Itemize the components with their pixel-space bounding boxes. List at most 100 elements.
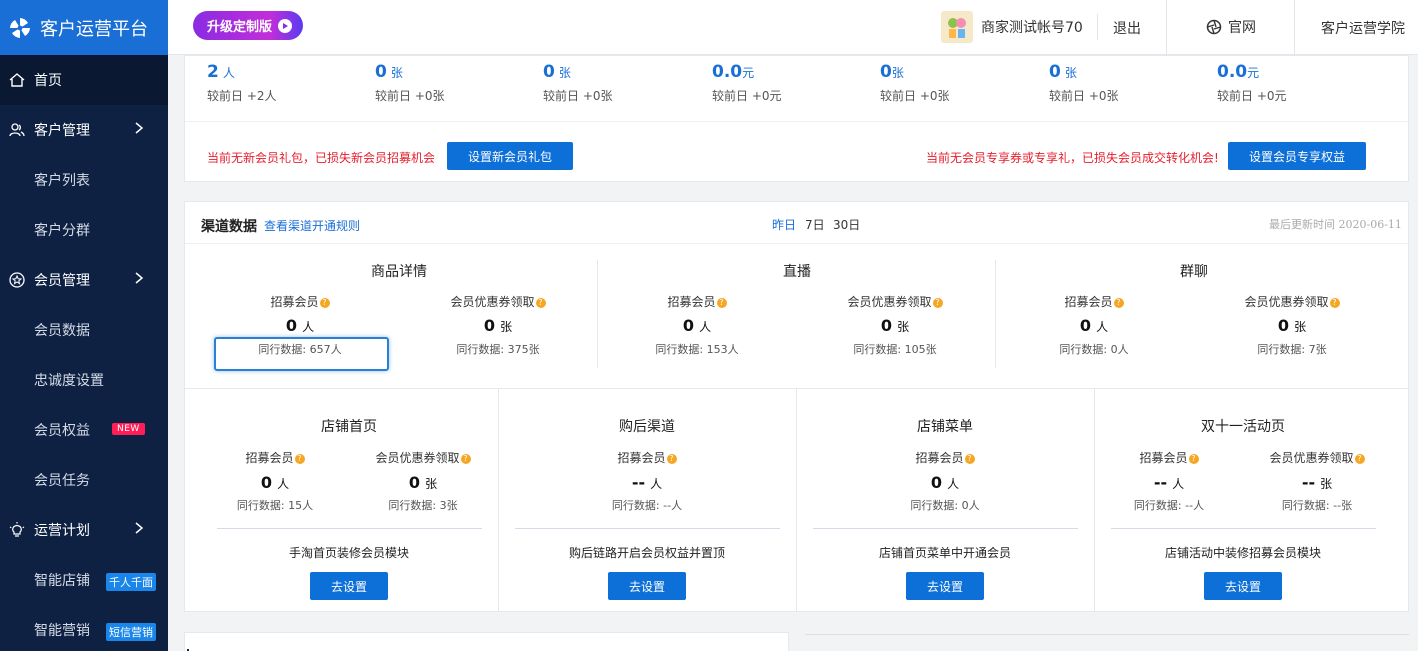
coupon-value: -- 张 — [1301, 473, 1333, 492]
recruit-label: 招募会员? — [205, 449, 345, 466]
sidebar-item-member-data[interactable]: 会员数据 — [0, 305, 168, 355]
divider — [1094, 389, 1095, 611]
sidebar-item-label: 忠诚度设置 — [34, 373, 104, 389]
home-icon — [8, 71, 26, 89]
channel-desc: 购后链路开启会员权益并置顶 — [568, 546, 725, 560]
sidebar-item-label: 会员任务 — [34, 473, 90, 489]
divider — [805, 634, 1409, 635]
divider — [217, 528, 482, 529]
divider — [515, 528, 780, 529]
store-menu-setup-button[interactable]: 去设置 — [906, 572, 984, 600]
coupon-peer: 同行数据: 375张 — [456, 343, 540, 356]
recruit-value: 0人 — [260, 473, 290, 492]
aperture-icon — [1206, 19, 1222, 35]
group-title: 商品详情 — [371, 264, 427, 280]
highlight-box — [214, 337, 389, 371]
divider — [185, 121, 1408, 122]
help-icon: ? — [1188, 454, 1199, 464]
help-icon: ? — [535, 298, 546, 308]
app-logo[interactable]: 客户运营平台 — [0, 0, 168, 55]
recruit-label: 招募会员? — [577, 449, 717, 466]
sidebar-item-smart-marketing[interactable]: 智能营销 短信营销 — [0, 605, 168, 651]
recruit-label: 招募会员? — [875, 449, 1015, 466]
stat-value: 0.0元 — [1217, 62, 1260, 82]
official-site-link[interactable]: 官网 — [1206, 17, 1256, 37]
play-icon — [278, 18, 293, 33]
set-member-rights-button[interactable]: 设置会员专享权益 — [1228, 142, 1366, 170]
period-7d[interactable]: 7日 — [805, 216, 825, 233]
official-site-label: 官网 — [1228, 20, 1256, 36]
stat-value: 0张 — [1049, 62, 1077, 82]
channel-desc: 手淘首页装修会员模块 — [288, 546, 409, 560]
group-title: 直播 — [783, 264, 811, 280]
logout-link[interactable]: 退出 — [1113, 18, 1141, 38]
app-title: 客户运营平台 — [40, 18, 148, 40]
set-new-member-gift-button[interactable]: 设置新会员礼包 — [447, 142, 573, 170]
topbar-divider — [1097, 14, 1098, 40]
coupon-label: 会员优惠券领取? — [825, 293, 965, 310]
sidebar-item-smart-store[interactable]: 智能店铺 千人千面 — [0, 555, 168, 605]
smart-marketing-badge: 短信营销 — [106, 623, 156, 641]
pinwheel-logo-icon — [10, 17, 30, 38]
recruit-label: 招募会员? — [1099, 449, 1239, 466]
avatar — [941, 11, 973, 43]
member-exclusive-warning: 当前无会员专享券或专享礼，已损失会员成交转化机会! — [926, 151, 1219, 165]
smart-store-badge: 千人千面 — [106, 573, 156, 591]
group-title: 购后渠道 — [619, 419, 675, 435]
last-updated: 最后更新时间 2020-06-11 — [1269, 218, 1402, 231]
recruit-peer: 同行数据: 15人 — [236, 499, 314, 512]
sidebar-item-loyalty[interactable]: 忠诚度设置 — [0, 355, 168, 405]
store-home-setup-button[interactable]: 去设置 — [310, 572, 388, 600]
recruit-value: -- 人 — [1153, 473, 1185, 492]
stat-change: 较前日 +0张 — [1049, 89, 1119, 103]
sidebar-item-label: 首页 — [34, 73, 62, 89]
coupon-peer: 同行数据: 7张 — [1257, 343, 1327, 356]
stat-change: 较前日 +2人 — [207, 89, 277, 103]
account-info[interactable]: 商家测试帐号70 — [941, 11, 1083, 43]
sidebar-item-member-tasks[interactable]: 会员任务 — [0, 455, 168, 505]
coupon-value: 0张 — [880, 316, 910, 335]
post-purchase-setup-button[interactable]: 去设置 — [608, 572, 686, 600]
sidebar-item-label: 会员权益 — [34, 423, 90, 439]
sidebar-item-customer-group[interactable]: 客户分群 — [0, 205, 168, 255]
period-30d[interactable]: 30日 — [833, 216, 860, 233]
recruit-value: -- 人 — [631, 473, 663, 492]
coupon-value: 0张 — [408, 473, 438, 492]
academy-link[interactable]: 客户运营学院 — [1321, 18, 1405, 38]
chevron-right-icon — [135, 272, 144, 284]
sidebar-item-member-rights[interactable]: 会员权益 NEW — [0, 405, 168, 455]
new-member-gift-warning: 当前无新会员礼包，已损失新会员招募机会 — [207, 151, 436, 165]
sidebar-item-customer-list[interactable]: 客户列表 — [0, 155, 168, 205]
star-icon — [8, 271, 26, 289]
sidebar-item-label: 智能营销 — [34, 623, 90, 639]
topbar-divider — [1166, 0, 1167, 55]
sidebar-item-member-mgmt[interactable]: 会员管理 — [0, 255, 168, 305]
coupon-peer: 同行数据: 3张 — [388, 499, 458, 512]
divider — [498, 389, 499, 611]
period-yesterday[interactable]: 昨日 — [772, 216, 796, 233]
divider — [796, 389, 797, 611]
sidebar-item-home[interactable]: 首页 — [0, 55, 168, 105]
stat-change: 较前日 +0元 — [1217, 89, 1287, 103]
group-title: 双十一活动页 — [1201, 419, 1285, 435]
stat-change: 较前日 +0张 — [543, 89, 613, 103]
double11-setup-button[interactable]: 去设置 — [1204, 572, 1282, 600]
recruit-peer: 同行数据: --人 — [1133, 499, 1205, 512]
group-title: 店铺首页 — [321, 419, 377, 435]
coupon-value: 0张 — [483, 316, 513, 335]
stat-value: 0张 — [375, 62, 403, 82]
sidebar-item-customer-mgmt[interactable]: 客户管理 — [0, 105, 168, 155]
recruit-value: 0人 — [285, 316, 315, 335]
coupon-label: 会员优惠券领取? — [353, 449, 493, 466]
sidebar-item-label: 智能店铺 — [34, 573, 90, 589]
stat-change: 较前日 +0张 — [880, 89, 950, 103]
group-title: 群聊 — [1180, 264, 1208, 280]
stat-value: 2人 — [207, 62, 235, 82]
stat-change: 较前日 +0张 — [375, 89, 445, 103]
channel-desc: 店铺活动中装修招募会员模块 — [1164, 546, 1321, 560]
recruit-label: 招募会员? — [627, 293, 767, 310]
channel-rules-link[interactable]: 查看渠道开通规则 — [264, 217, 360, 234]
sidebar-item-ops-plan[interactable]: 运营计划 — [0, 505, 168, 555]
help-icon: ? — [666, 454, 677, 464]
upgrade-button[interactable]: 升级定制版 — [193, 11, 303, 40]
